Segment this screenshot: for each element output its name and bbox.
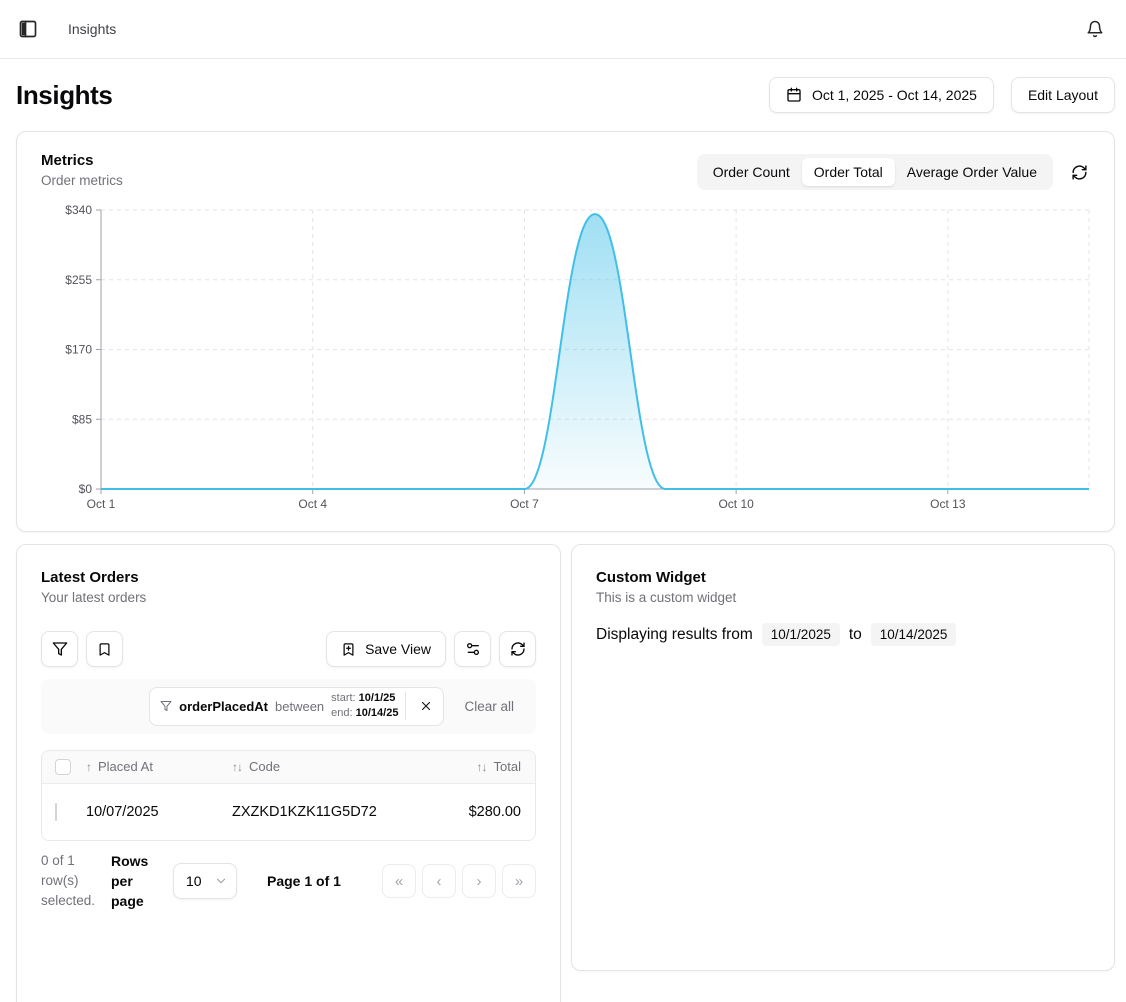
chevrons-left-icon: « bbox=[395, 873, 403, 890]
row-checkbox[interactable] bbox=[55, 803, 57, 821]
select-all-checkbox[interactable] bbox=[55, 759, 71, 775]
table-footer: 0 of 1 row(s) selected. Rows per page 10… bbox=[41, 851, 536, 912]
to-date-badge: 10/14/2025 bbox=[871, 623, 957, 646]
rows-per-page-label: Rows per page bbox=[111, 851, 161, 912]
sort-icon: ↑↓ bbox=[477, 760, 487, 774]
svg-text:Oct 7: Oct 7 bbox=[510, 497, 539, 511]
date-range-button[interactable]: Oct 1, 2025 - Oct 14, 2025 bbox=[769, 77, 994, 113]
funnel-icon bbox=[52, 641, 68, 657]
save-view-label: Save View bbox=[365, 641, 431, 657]
svg-text:Oct 1: Oct 1 bbox=[87, 497, 116, 511]
edit-layout-button[interactable]: Edit Layout bbox=[1011, 77, 1115, 113]
widget-to-word: to bbox=[849, 626, 862, 644]
orders-subtitle: Your latest orders bbox=[41, 590, 536, 605]
sort-asc-icon: ↑ bbox=[86, 760, 91, 774]
table-row[interactable]: 10/07/2025 ZXZKD1KZK11G5D72 $280.00 bbox=[42, 783, 535, 840]
first-page-button[interactable]: « bbox=[382, 864, 416, 898]
tab-average-order-value[interactable]: Average Order Value bbox=[895, 158, 1049, 186]
bell-icon bbox=[1086, 20, 1104, 38]
tab-order-total[interactable]: Order Total bbox=[802, 158, 895, 186]
filter-operator: between bbox=[275, 699, 324, 714]
sidebar-toggle-button[interactable] bbox=[16, 17, 40, 41]
tab-order-count[interactable]: Order Count bbox=[701, 158, 802, 186]
page-info: Page 1 of 1 bbox=[267, 873, 341, 889]
filter-field: orderPlacedAt bbox=[179, 699, 268, 714]
bookmark-plus-icon bbox=[341, 642, 356, 657]
view-options-button[interactable] bbox=[454, 631, 491, 667]
remove-filter-button[interactable] bbox=[413, 695, 439, 717]
divider bbox=[405, 692, 406, 720]
orders-title: Latest Orders bbox=[41, 569, 536, 586]
column-header-code[interactable]: ↑↓ Code bbox=[232, 759, 417, 774]
svg-text:Oct 10: Oct 10 bbox=[718, 497, 754, 511]
order-total-chart: $0 $85 $170 $255 $340 Oct 1 Oct 4 Oct 7 Oct 10 Oc… bbox=[41, 202, 1090, 517]
custom-widget-card: Custom Widget This is a custom widget Di… bbox=[571, 544, 1115, 971]
widget-subtitle: This is a custom widget bbox=[596, 590, 1090, 605]
metrics-card: Metrics Order metrics Order Count Order … bbox=[16, 131, 1115, 532]
widget-text: Displaying results from 10/1/2025 to 10/… bbox=[596, 623, 1090, 646]
orders-table: ↑ Placed At ↑↓ Code ↑↓ Total 10/07/2025 … bbox=[41, 750, 536, 841]
metrics-title: Metrics bbox=[41, 152, 123, 169]
refresh-icon bbox=[510, 641, 526, 657]
svg-text:$255: $255 bbox=[65, 273, 92, 287]
rows-selected-text: 0 of 1 row(s) selected. bbox=[41, 851, 103, 912]
refresh-icon bbox=[1071, 164, 1088, 181]
page-size-select[interactable]: 10 bbox=[173, 863, 237, 899]
svg-text:$170: $170 bbox=[65, 343, 92, 357]
cell-placed-at: 10/07/2025 bbox=[86, 804, 232, 820]
sort-icon: ↑↓ bbox=[232, 760, 242, 774]
breadcrumb: Insights bbox=[68, 21, 116, 37]
metrics-subtitle: Order metrics bbox=[41, 173, 123, 188]
chevron-down-icon bbox=[214, 874, 228, 888]
chevrons-right-icon: » bbox=[515, 873, 523, 890]
close-icon bbox=[419, 699, 433, 713]
last-page-button[interactable]: » bbox=[502, 864, 536, 898]
cell-total: $280.00 bbox=[417, 804, 535, 820]
chevron-right-icon: › bbox=[477, 873, 482, 890]
settings-sliders-icon bbox=[465, 641, 481, 657]
cell-code: ZXZKD1KZK11G5D72 bbox=[232, 804, 417, 820]
column-header-placed-at[interactable]: ↑ Placed At bbox=[86, 759, 232, 774]
active-filters-bar: orderPlacedAt between start: 10/1/25 end… bbox=[41, 679, 536, 734]
panel-left-icon bbox=[18, 19, 38, 39]
clear-all-filters-button[interactable]: Clear all bbox=[450, 699, 528, 714]
metrics-refresh-button[interactable] bbox=[1069, 162, 1090, 183]
save-view-button[interactable]: Save View bbox=[326, 631, 446, 667]
notifications-button[interactable] bbox=[1084, 18, 1106, 40]
topbar: Insights bbox=[0, 0, 1126, 59]
orders-refresh-button[interactable] bbox=[499, 631, 536, 667]
next-page-button[interactable]: › bbox=[462, 864, 496, 898]
filter-button[interactable] bbox=[41, 631, 78, 667]
funnel-icon bbox=[160, 700, 172, 712]
svg-text:$0: $0 bbox=[79, 482, 93, 496]
latest-orders-card: Latest Orders Your latest orders bbox=[16, 544, 561, 1002]
chevron-left-icon: ‹ bbox=[437, 873, 442, 890]
from-date-badge: 10/1/2025 bbox=[762, 623, 840, 646]
saved-views-button[interactable] bbox=[86, 631, 123, 667]
svg-text:$85: $85 bbox=[72, 412, 92, 426]
svg-text:Oct 4: Oct 4 bbox=[298, 497, 327, 511]
orders-table-header: ↑ Placed At ↑↓ Code ↑↓ Total bbox=[42, 751, 535, 783]
previous-page-button[interactable]: ‹ bbox=[422, 864, 456, 898]
svg-text:Oct 13: Oct 13 bbox=[930, 497, 966, 511]
page-size-value: 10 bbox=[186, 873, 202, 889]
bookmark-icon bbox=[97, 642, 112, 657]
edit-layout-label: Edit Layout bbox=[1028, 87, 1098, 103]
calendar-icon bbox=[786, 87, 802, 103]
column-header-total[interactable]: ↑↓ Total bbox=[417, 759, 535, 774]
filter-chip-order-placed-at[interactable]: orderPlacedAt between start: 10/1/25 end… bbox=[149, 687, 444, 726]
metric-tabs: Order Count Order Total Average Order Va… bbox=[697, 154, 1053, 190]
widget-text-prefix: Displaying results from bbox=[596, 626, 753, 644]
date-range-label: Oct 1, 2025 - Oct 14, 2025 bbox=[812, 87, 977, 103]
filter-values: start: 10/1/25 end: 10/14/25 bbox=[331, 691, 398, 722]
page-title: Insights bbox=[16, 80, 112, 111]
svg-text:$340: $340 bbox=[65, 203, 92, 217]
page-header: Insights Oct 1, 2025 - Oct 14, 2025 Edit… bbox=[0, 59, 1126, 131]
widget-title: Custom Widget bbox=[596, 569, 1090, 586]
